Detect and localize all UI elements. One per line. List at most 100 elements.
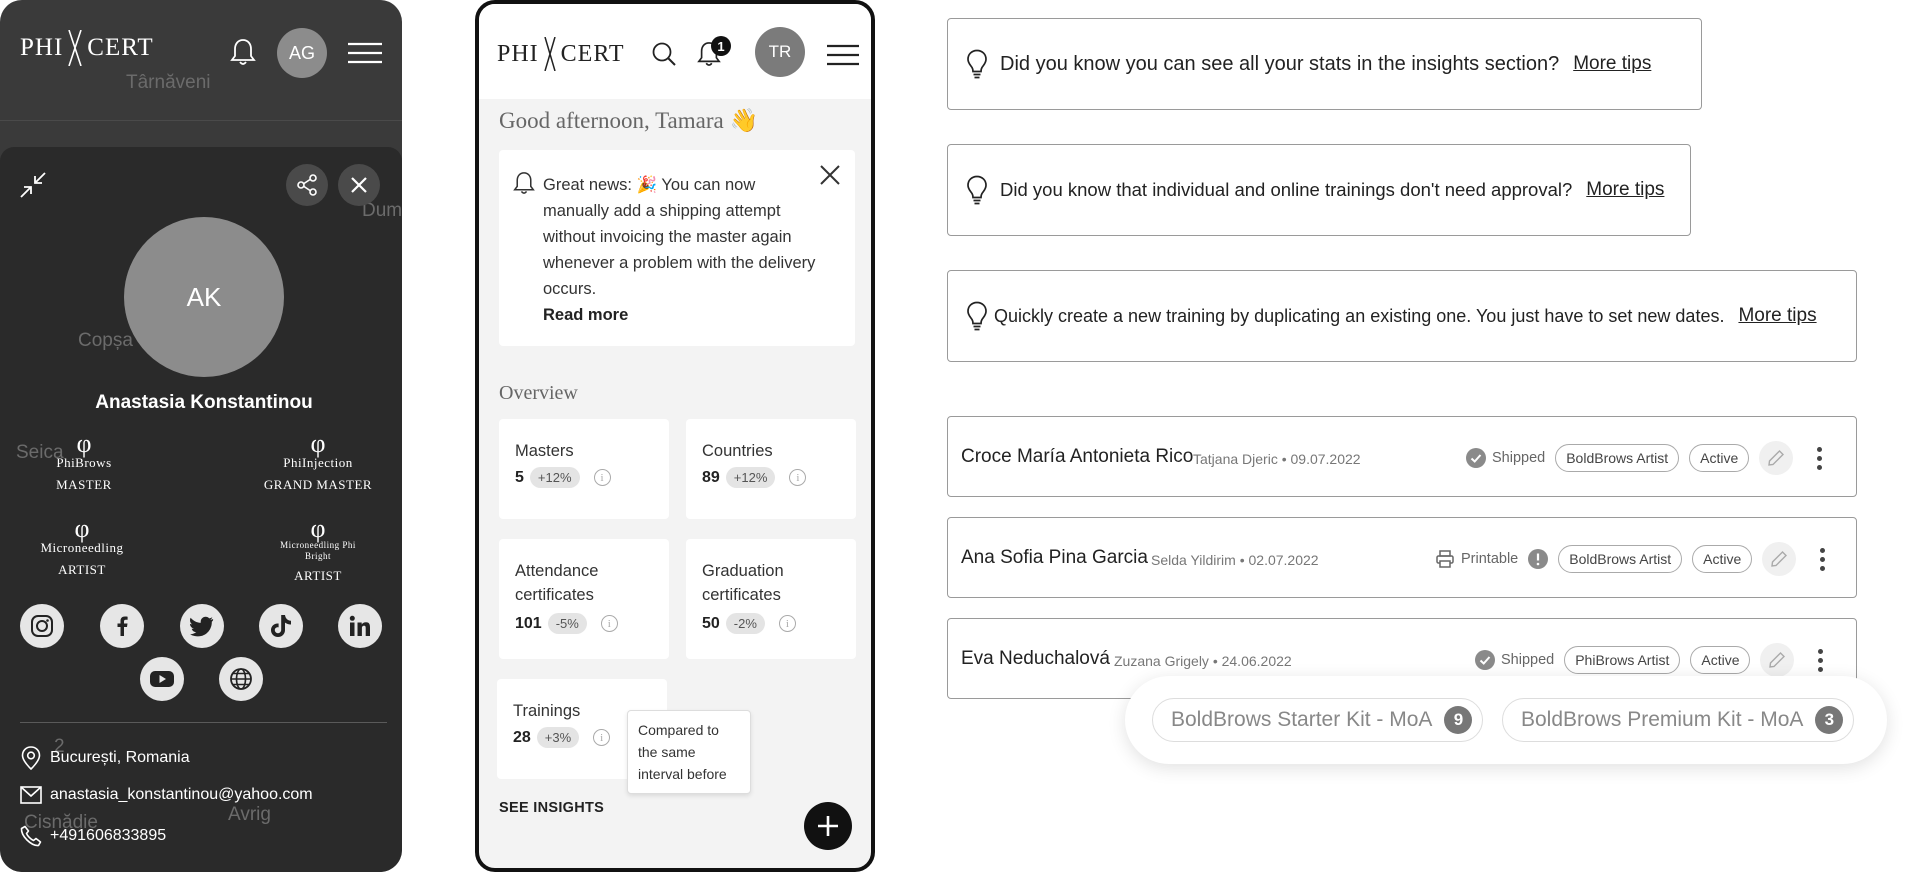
check-circle-icon xyxy=(1475,650,1495,670)
add-button[interactable] xyxy=(804,802,852,850)
contact-phone[interactable]: +491606833895 xyxy=(20,825,166,847)
info-icon[interactable]: i xyxy=(593,469,611,486)
info-icon[interactable]: i xyxy=(789,469,807,486)
phi-icon: φ xyxy=(74,514,90,543)
profile-avatar: AK xyxy=(124,217,284,377)
order-meta: Selda Yildirim • 02.07.2022 xyxy=(1151,552,1319,568)
badge-level: ARTIST xyxy=(294,568,342,583)
product-chip: PhiBrows Artist xyxy=(1564,646,1681,674)
more-options-icon[interactable] xyxy=(1809,446,1829,470)
menu-icon[interactable] xyxy=(348,42,382,64)
facebook-icon[interactable] xyxy=(100,604,144,648)
badge-title: PhiBrows xyxy=(56,455,112,470)
product-chip: BoldBrows Artist xyxy=(1558,545,1683,573)
contact-location: București, Romania xyxy=(20,746,190,770)
stat-row: 89 +12% i xyxy=(702,467,807,488)
search-icon[interactable] xyxy=(651,41,677,67)
check-circle-icon xyxy=(1466,448,1486,468)
kit-count-badge: 9 xyxy=(1444,706,1473,734)
location-text: București, Romania xyxy=(50,749,190,766)
phone-icon xyxy=(20,825,42,847)
badge-level: MASTER xyxy=(56,477,112,492)
badge-level: ARTIST xyxy=(58,562,106,577)
more-tips-link[interactable]: More tips xyxy=(1738,305,1816,327)
stat-delta-badge: +3% xyxy=(536,727,580,748)
badge-phiinjection-grandmaster: φ PhiInjection GRAND MASTER xyxy=(255,431,381,493)
stat-row: 101 -5% i xyxy=(515,613,618,634)
order-name: Ana Sofia Pina Garcia xyxy=(961,547,1148,568)
read-more-link[interactable]: Read more xyxy=(543,306,628,325)
profile-name: Anastasia Konstantinou xyxy=(95,392,313,413)
kit-chip[interactable]: BoldBrows Premium Kit - MoA 3 xyxy=(1502,698,1855,742)
info-icon[interactable]: i xyxy=(593,729,611,746)
globe-icon[interactable] xyxy=(219,657,263,701)
stat-delta-badge: -2% xyxy=(725,613,765,634)
bell-icon[interactable] xyxy=(230,38,256,66)
stat-card-graduation[interactable]: Graduation certificates 50 -2% i xyxy=(686,539,856,659)
logo-text-left: PHI xyxy=(20,34,64,61)
badge-phibrows-master: φ PhiBrows MASTER xyxy=(44,431,124,493)
order-row[interactable]: Croce María Antonieta Rico Tatjana Djeri… xyxy=(947,416,1857,497)
location-pin-icon xyxy=(21,746,41,770)
phicert-logo[interactable]: PHI CERT xyxy=(497,37,625,71)
edit-button[interactable] xyxy=(1759,441,1794,475)
more-options-icon[interactable] xyxy=(1810,648,1830,672)
order-actions: Shipped BoldBrows Artist Active xyxy=(1466,441,1829,475)
profile-panel: Târnăveni PHI CERT AG Dum Copșa Seica Ci… xyxy=(0,0,402,872)
close-icon[interactable] xyxy=(819,164,841,186)
stat-label: Countries xyxy=(702,442,773,460)
product-chip: BoldBrows Artist xyxy=(1555,444,1680,472)
contact-email[interactable]: anastasia_konstantinou@yahoo.com xyxy=(20,786,313,804)
stat-value: 28 xyxy=(513,728,531,746)
order-row[interactable]: Ana Sofia Pina Garcia Selda Yildirim • 0… xyxy=(947,517,1857,598)
linkedin-icon[interactable] xyxy=(338,604,382,648)
notification-count-badge: 1 xyxy=(711,36,731,56)
stat-card-attendance[interactable]: Attendance certificates 101 -5% i xyxy=(499,539,669,659)
close-icon xyxy=(351,177,367,193)
twitter-icon[interactable] xyxy=(180,604,224,648)
divider xyxy=(20,722,387,723)
more-tips-link[interactable]: More tips xyxy=(1573,53,1651,75)
stat-card-countries[interactable]: Countries 89 +12% i xyxy=(686,419,856,519)
pencil-icon xyxy=(1768,450,1785,466)
stat-card-masters[interactable]: Masters 5 +12% i xyxy=(499,419,669,519)
info-icon[interactable]: i xyxy=(778,615,796,632)
top-bar: PHI CERT AG xyxy=(0,0,402,110)
more-tips-link[interactable]: More tips xyxy=(1586,179,1664,201)
stat-label: Graduation certificates xyxy=(702,562,784,604)
stat-value: 50 xyxy=(702,614,720,632)
instagram-icon[interactable] xyxy=(20,604,64,648)
collapse-icon[interactable] xyxy=(20,172,46,198)
edit-button[interactable] xyxy=(1760,643,1795,677)
order-meta: Zuzana Grigely • 24.06.2022 xyxy=(1114,653,1292,669)
badge-title: PhiInjection xyxy=(283,455,353,470)
share-button[interactable] xyxy=(286,164,328,206)
info-icon[interactable]: i xyxy=(600,615,618,632)
tip-text: Did you know that individual and online … xyxy=(1000,179,1573,200)
share-icon xyxy=(297,174,317,196)
menu-icon[interactable] xyxy=(827,44,859,66)
youtube-icon[interactable] xyxy=(140,657,184,701)
kit-chip[interactable]: BoldBrows Starter Kit - MoA 9 xyxy=(1152,698,1484,742)
kit-label: BoldBrows Premium Kit - MoA xyxy=(1521,708,1804,731)
badge-level: GRAND MASTER xyxy=(263,477,373,492)
tiktok-icon[interactable] xyxy=(259,604,303,648)
status-text: Printable xyxy=(1461,551,1519,567)
warning-icon xyxy=(1528,549,1549,569)
stat-row: 50 -2% i xyxy=(702,613,796,634)
user-avatar[interactable]: AG xyxy=(277,28,327,78)
badge-title: Microneedling xyxy=(40,540,124,555)
phicert-logo[interactable]: PHI CERT xyxy=(20,30,154,66)
edit-button[interactable] xyxy=(1762,542,1797,576)
stat-row: 28 +3% i xyxy=(513,727,611,748)
order-name: Croce María Antonieta Rico xyxy=(961,446,1194,467)
more-options-icon[interactable] xyxy=(1812,547,1832,571)
kit-label: BoldBrows Starter Kit - MoA xyxy=(1171,708,1433,731)
stat-label: Attendance certificates xyxy=(515,562,599,604)
see-insights-link[interactable]: SEE INSIGHTS xyxy=(499,800,604,816)
user-avatar[interactable]: TR xyxy=(755,27,805,77)
stat-value: 5 xyxy=(515,468,524,486)
announcement-card: Great news: 🎉 You can now manually add a… xyxy=(499,150,855,346)
close-button[interactable] xyxy=(338,164,380,206)
status-text: Shipped xyxy=(1501,652,1555,668)
